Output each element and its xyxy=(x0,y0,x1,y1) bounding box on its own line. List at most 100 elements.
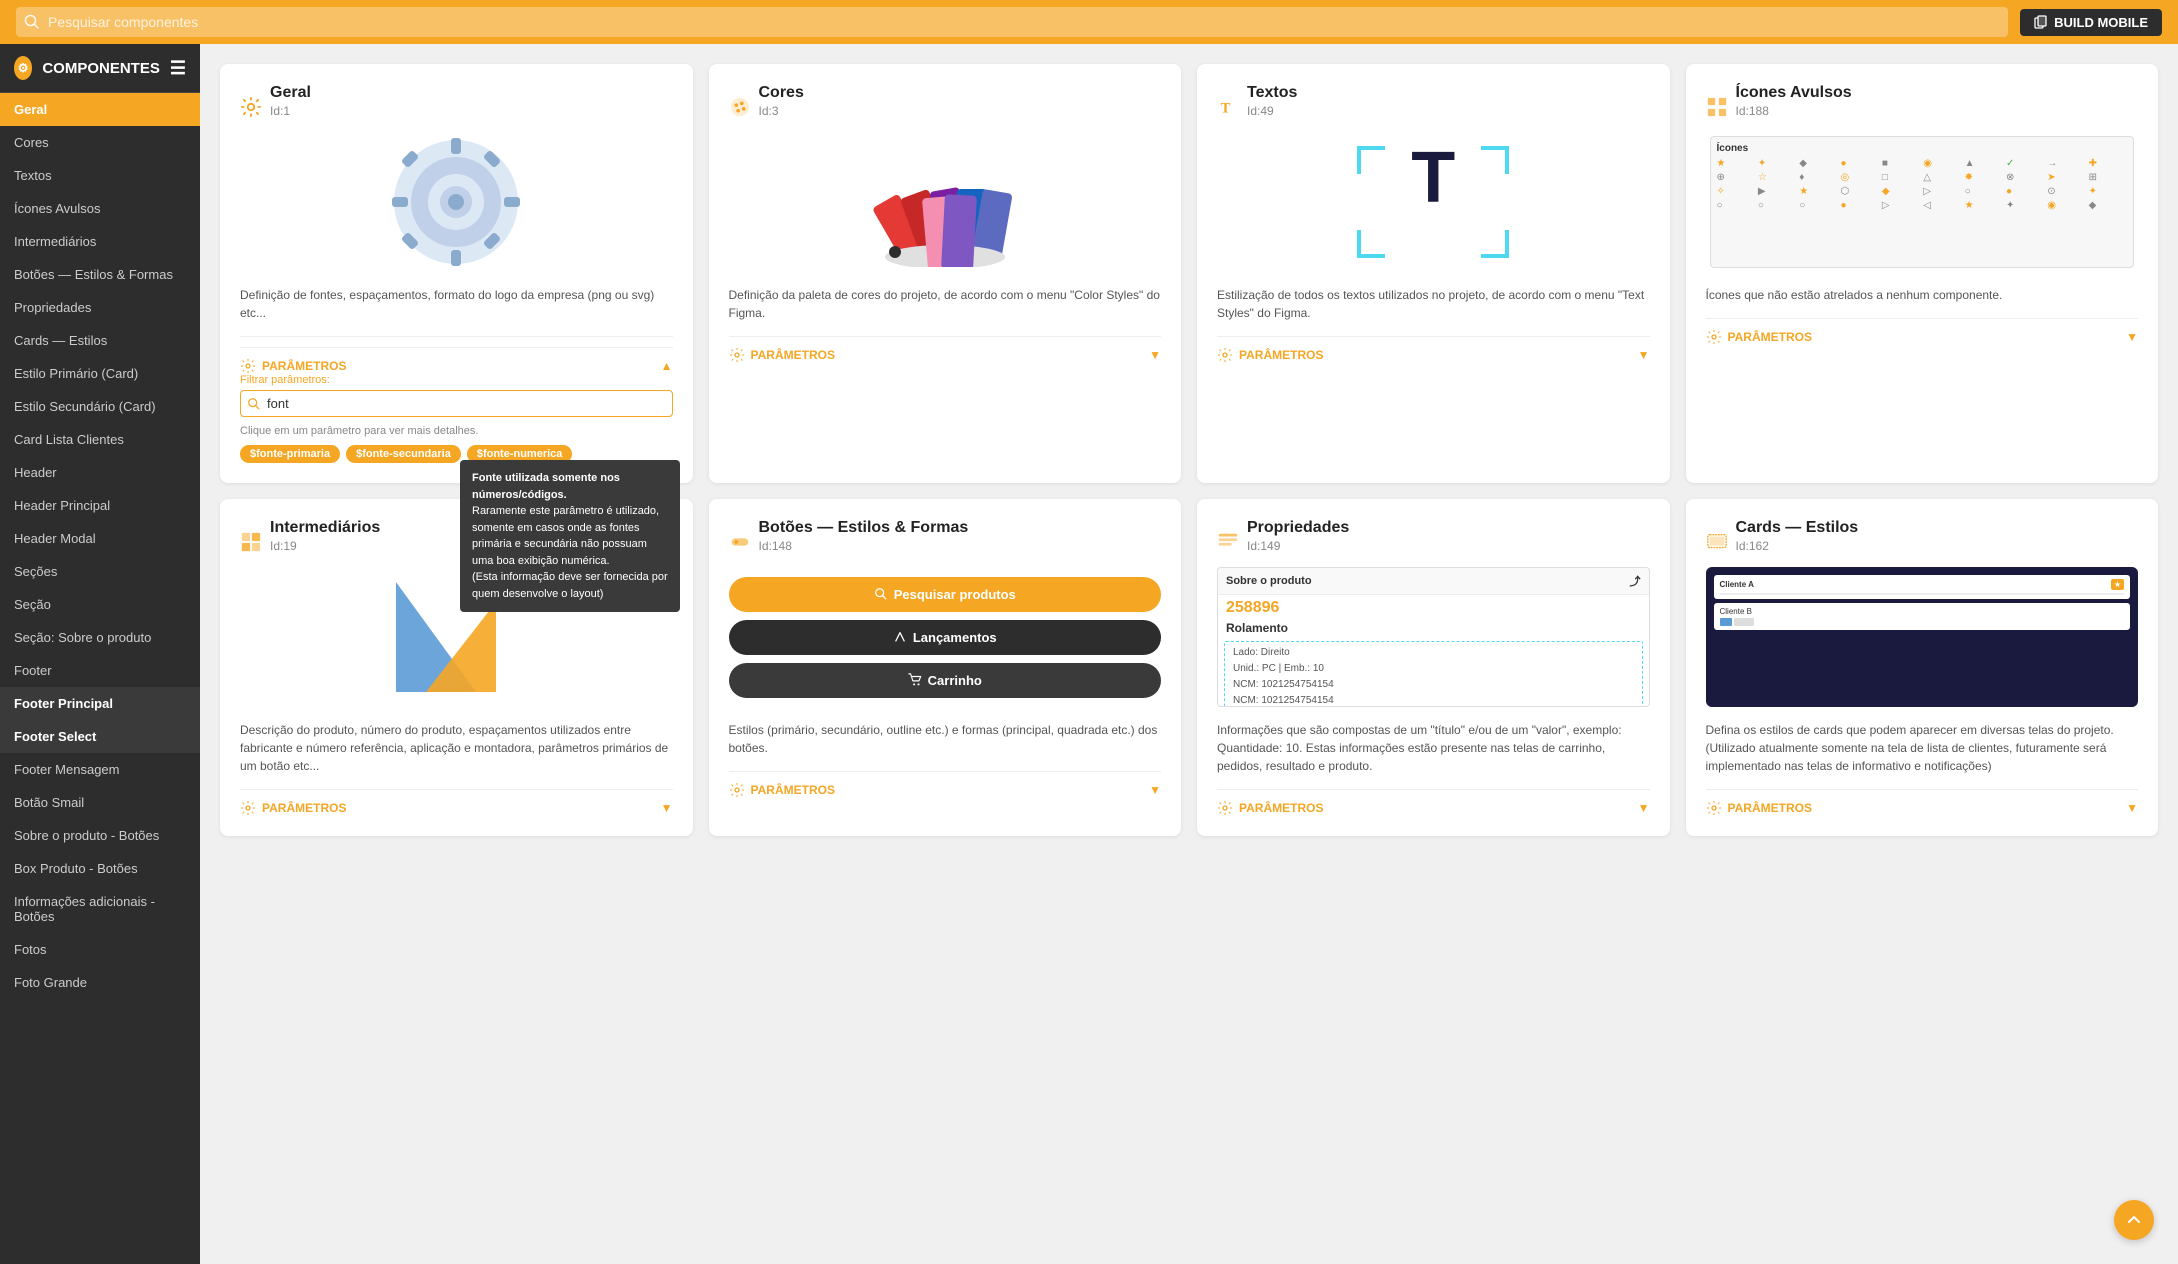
sidebar-item-label: Estilo Secundário (Card) xyxy=(14,399,156,414)
sidebar-item-cores[interactable]: Cores xyxy=(0,126,200,159)
icon-cell: ✦ xyxy=(2006,200,2044,211)
icon-cell: ◉ xyxy=(1923,158,1961,169)
params-bar-icones[interactable]: PARÂMETROS ▼ xyxy=(1706,318,2139,345)
sidebar-item-botao-smail[interactable]: Botão Smail xyxy=(0,786,200,819)
params-label-geral: PARÂMETROS xyxy=(240,358,346,374)
component-grid: Geral Id:1 xyxy=(220,64,2158,836)
card-cores-title: Cores xyxy=(759,84,804,102)
build-icon xyxy=(2034,15,2048,29)
search-wrap xyxy=(16,7,2008,37)
card-preview-controls xyxy=(1720,618,2125,626)
sidebar-item-botoes-estilos-formas[interactable]: Botões — Estilos & Formas xyxy=(0,258,200,291)
sidebar-item-label: Textos xyxy=(14,168,52,183)
card-prop-id: Id:149 xyxy=(1247,539,1349,553)
share-icon: ⤴ xyxy=(1630,573,1641,589)
icon-cell: ○ xyxy=(1758,200,1796,211)
sidebar-item-fotos[interactable]: Fotos xyxy=(0,933,200,966)
sidebar-item-footer[interactable]: Footer xyxy=(0,654,200,687)
icon-cell: ● xyxy=(1841,158,1879,169)
sidebar-item-header[interactable]: Header xyxy=(0,456,200,489)
sidebar-item-sobre-produto-botoes[interactable]: Sobre o produto - Botões xyxy=(0,819,200,852)
sidebar-item-footer-mensagem[interactable]: Footer Mensagem xyxy=(0,753,200,786)
sidebar-item-label: Cores xyxy=(14,135,49,150)
card-botoes-id: Id:148 xyxy=(759,539,969,553)
card-textos-image: T xyxy=(1217,132,1650,272)
build-mobile-button[interactable]: BUILD MOBILE xyxy=(2020,9,2162,36)
sidebar-item-label: Informações adicionais - Botões xyxy=(14,894,186,924)
card-estilos-image: Cliente A ★ Cliente B xyxy=(1706,567,2139,707)
sidebar-item-secao-sobre-produto[interactable]: Seção: Sobre o produto xyxy=(0,621,200,654)
card-botoes: Botões — Estilos & Formas Id:148 Pesquis… xyxy=(709,499,1182,836)
sidebar-item-foto-grande[interactable]: Foto Grande xyxy=(0,966,200,999)
card-estilos-header: Cards — Estilos Id:162 xyxy=(1706,519,2139,565)
scroll-top-button[interactable] xyxy=(2114,1200,2154,1240)
param-tag-fonte-primaria[interactable]: $fonte-primaria xyxy=(240,445,340,463)
filter-input[interactable] xyxy=(240,390,673,417)
icon-cell: ★ xyxy=(1799,186,1837,197)
sidebar-item-textos[interactable]: Textos xyxy=(0,159,200,192)
icon-cell: △ xyxy=(1923,172,1961,183)
param-tag-fonte-numerica[interactable]: $fonte-numerica xyxy=(467,445,573,463)
gear-icon xyxy=(240,96,262,118)
sidebar-item-estilo-primario-card[interactable]: Estilo Primário (Card) xyxy=(0,357,200,390)
icon-cell: ▲ xyxy=(1965,158,2003,169)
card-preview-1: Cliente A ★ xyxy=(1714,575,2131,599)
param-tag-fonte-secundaria[interactable]: $fonte-secundaria xyxy=(346,445,461,463)
params-bar-botoes[interactable]: PARÂMETROS ▼ xyxy=(729,771,1162,798)
icon-cell: ★ xyxy=(1717,158,1755,169)
params-bar-intermediarios[interactable]: PARÂMETROS ▼ xyxy=(240,789,673,816)
icon-cell: ♦ xyxy=(1799,172,1837,183)
sidebar-item-box-produto-botoes[interactable]: Box Produto - Botões xyxy=(0,852,200,885)
sidebar-item-footer-principal[interactable]: Footer Principal xyxy=(0,687,200,720)
sidebar-item-propriedades[interactable]: Propriedades xyxy=(0,291,200,324)
cards-estilos-visual: Cliente A ★ Cliente B xyxy=(1706,567,2139,707)
prop-detail-1: Lado: Direito xyxy=(1233,645,1634,661)
search-input[interactable] xyxy=(16,7,2008,37)
card-prop-title: Propriedades xyxy=(1247,519,1349,537)
sidebar-item-header-modal[interactable]: Header Modal xyxy=(0,522,200,555)
sidebar-item-estilo-secundario-card[interactable]: Estilo Secundário (Card) xyxy=(0,390,200,423)
card-icones-image: Ícones ★ ✦ ◆ ● ■ ◉ ▲ ✓ → ✚ xyxy=(1706,132,2139,272)
icon-cell: ○ xyxy=(1717,200,1755,211)
card-icones-desc: Ícones que não estão atrelados a nenhum … xyxy=(1706,286,2139,304)
card-icones-avulsos: Ícones Avulsos Id:188 Ícones ★ ✦ ◆ ● ■ xyxy=(1686,64,2159,483)
prop-product-id: 258896 xyxy=(1218,595,1649,621)
icon-cell: ⊞ xyxy=(2089,172,2127,183)
params-bar-estilos[interactable]: PARÂMETROS ▼ xyxy=(1706,789,2139,816)
sidebar-item-card-lista-clientes[interactable]: Card Lista Clientes xyxy=(0,423,200,456)
params-bar-textos[interactable]: PARÂMETROS ▼ xyxy=(1217,336,1650,363)
menu-toggle[interactable]: ☰ xyxy=(170,58,186,79)
icon-cell: ● xyxy=(2006,186,2044,197)
sidebar-item-cards-estilos[interactable]: Cards — Estilos xyxy=(0,324,200,357)
card-cores-header: Cores Id:3 xyxy=(729,84,1162,130)
card-cores-image xyxy=(729,132,1162,272)
card-estilos-id: Id:162 xyxy=(1736,539,1859,553)
sidebar-item-intermediarios[interactable]: Intermediários xyxy=(0,225,200,258)
sidebar-item-label: Header Principal xyxy=(14,498,110,513)
params-label-botoes: PARÂMETROS xyxy=(729,782,835,798)
sidebar-item-label: Cards — Estilos xyxy=(14,333,107,348)
sidebar-item-footer-select[interactable]: Footer Select xyxy=(0,720,200,753)
ctrl1 xyxy=(1720,618,1732,626)
carrinho-button[interactable]: Carrinho xyxy=(729,663,1162,698)
card-intermediarios-id: Id:19 xyxy=(270,539,380,553)
sidebar-item-informacoes-adicionais-botoes[interactable]: Informações adicionais - Botões xyxy=(0,885,200,933)
params-bar-cores[interactable]: PARÂMETROS ▼ xyxy=(729,336,1162,363)
sidebar-item-label: Footer Select xyxy=(14,729,96,744)
sidebar-item-secoes[interactable]: Seções xyxy=(0,555,200,588)
sidebar-item-label: Geral xyxy=(14,102,47,117)
sidebar-item-geral[interactable]: Geral xyxy=(0,93,200,126)
main-content: Geral Id:1 xyxy=(200,44,2178,1264)
params-bar-geral[interactable]: PARÂMETROS ▲ xyxy=(240,347,673,374)
card-botoes-header: Botões — Estilos & Formas Id:148 xyxy=(729,519,1162,565)
card-prop-image: Sobre o produto ⤴ 258896 Rolamento Lado:… xyxy=(1217,567,1650,707)
lancamentos-button[interactable]: Lançamentos xyxy=(729,620,1162,655)
params-chevron-geral: ▲ xyxy=(661,359,673,373)
sidebar-item-icones-avulsos[interactable]: Ícones Avulsos xyxy=(0,192,200,225)
sidebar-item-header-principal[interactable]: Header Principal xyxy=(0,489,200,522)
params-bar-prop[interactable]: PARÂMETROS ▼ xyxy=(1217,789,1650,816)
pesquisar-produtos-button[interactable]: Pesquisar produtos xyxy=(729,577,1162,612)
sidebar-item-label: Ícones Avulsos xyxy=(14,201,100,216)
sidebar-item-secao[interactable]: Seção xyxy=(0,588,200,621)
card-botoes-desc: Estilos (primário, secundário, outline e… xyxy=(729,721,1162,757)
